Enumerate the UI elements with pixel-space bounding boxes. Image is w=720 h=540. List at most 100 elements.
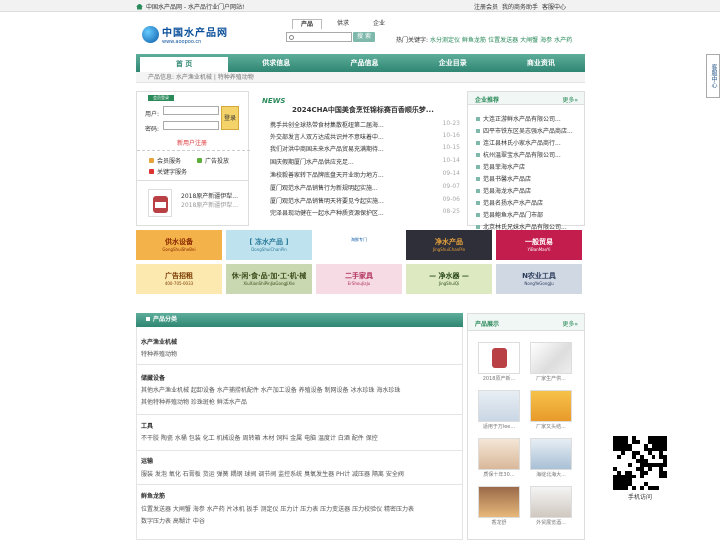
ad-label: N农业工具 bbox=[522, 272, 556, 280]
nav-home[interactable]: 首 页 bbox=[140, 57, 229, 72]
category-name[interactable]: 水产渔业机械 bbox=[141, 337, 177, 346]
ad-tile[interactable]: 一般贸易 YiBanMaoYi bbox=[496, 230, 582, 260]
showcase-item[interactable]: 海绽北海大... bbox=[530, 438, 572, 480]
category-links[interactable]: 其他特种养殖动物 珍珠斑枪 鲜活水产品 bbox=[141, 397, 247, 406]
company-item[interactable]: 大连正游鲜水产品有限公司... bbox=[476, 114, 561, 123]
news-item[interactable]: 携手共创全球热带食材集散枢纽第二届海... 10-23 bbox=[270, 120, 460, 129]
hot-keyword[interactable]: 水分测定仪 bbox=[430, 35, 460, 44]
category-links[interactable]: 不干胶 陶瓷 水桶 包装 化工 机械设备 周转箱 木材 饲料 金属 电脑 温度计… bbox=[141, 433, 378, 442]
ad-tile[interactable]: 广告招租 400-705-0033 bbox=[136, 264, 222, 294]
username-input[interactable] bbox=[163, 106, 219, 115]
showcase-item[interactable]: 适用于万lee... bbox=[478, 390, 520, 432]
featured-product[interactable]: 2018原产新疆伊犁... 2018原产新疆伊犁... bbox=[136, 181, 249, 226]
home-link[interactable]: 中国水产品网 - 水产品行业门户网站! bbox=[136, 2, 244, 11]
nav-supply[interactable]: 供求信息 bbox=[232, 54, 320, 72]
customer-service-tab[interactable]: 客服中心 bbox=[706, 54, 720, 98]
ad-sublabel: XiuXianShiPinJiaGongJiXie bbox=[243, 281, 295, 286]
showcase-item[interactable]: 厂家又头结... bbox=[530, 390, 572, 432]
ad-tile[interactable]: 二手家具 ErShouJiaJu bbox=[316, 264, 402, 294]
login-button[interactable]: 登录 bbox=[221, 106, 239, 130]
member-icon bbox=[149, 158, 154, 163]
company-item[interactable]: 连江县林氏小家水产品商行... bbox=[476, 138, 561, 147]
ad-service-link[interactable]: 广告投放 bbox=[197, 156, 229, 165]
company-recommend: 企业推荐 更多» 大连正游鲜水产品有限公司... 四平市铁东区吴志强水产品商店..… bbox=[467, 91, 585, 231]
hot-keyword[interactable]: 海参 bbox=[540, 35, 552, 44]
news-item[interactable]: 完泽县现动健在一起水产种质资源保护区... 08-25 bbox=[270, 208, 460, 217]
category-header: 产品分类 bbox=[136, 313, 463, 327]
hot-keyword[interactable]: 水产药 bbox=[554, 35, 572, 44]
company-item[interactable]: 四平市铁东区吴志强水产品商店... bbox=[476, 126, 573, 135]
tab-supply[interactable]: 供求 bbox=[328, 19, 358, 29]
qr-caption: 手机访问 bbox=[627, 494, 652, 501]
news-item[interactable]: 厦门观范水产品销售行为新规明起实施... 09-07 bbox=[270, 183, 460, 192]
showcase-item[interactable]: 2018原产新... bbox=[478, 342, 520, 384]
category-section: 工具 不干胶 陶瓷 水桶 包装 化工 机械设备 周转箱 木材 饲料 金属 电脑 … bbox=[136, 415, 463, 451]
search-input[interactable] bbox=[286, 32, 352, 42]
service-link[interactable]: 客服中心 bbox=[542, 2, 566, 11]
member-service-link[interactable]: 会员服务 bbox=[149, 156, 181, 165]
hot-keyword[interactable]: 鲜鱼龙筋 bbox=[462, 35, 486, 44]
company-item[interactable]: 范县海龙水产品店 bbox=[476, 186, 531, 195]
hot-keyword[interactable]: 位置发送器 bbox=[488, 35, 518, 44]
logo-url: www.aoopoo.cn bbox=[162, 39, 202, 45]
news-headline[interactable]: 2024CHA中国美食烹饪锦标赛百香顺乐梦... bbox=[292, 105, 434, 115]
news-badge: NEWS bbox=[262, 97, 286, 105]
home-icon bbox=[136, 3, 143, 10]
company-item[interactable]: 杭州温翠宝水产品有限公司... bbox=[476, 150, 561, 159]
password-input[interactable] bbox=[163, 121, 219, 130]
category-name[interactable]: 运输 bbox=[141, 456, 153, 465]
showcase-item[interactable]: 质保十年30... bbox=[478, 438, 520, 480]
showcase-item[interactable]: 外贸展览酒... bbox=[530, 486, 572, 528]
ad-tile[interactable]: 供水设备 GongShuiSheBei bbox=[136, 230, 222, 260]
tab-company[interactable]: 企业 bbox=[364, 19, 394, 29]
keyword-service-link[interactable]: 关键字服务 bbox=[149, 167, 187, 176]
login-tag: 会员登录 bbox=[148, 95, 174, 101]
ad-tile[interactable]: 净水产品 JingShuiChanPin bbox=[406, 230, 492, 260]
company-item[interactable]: 范县鲍鱼水产品门市部 bbox=[476, 210, 543, 219]
category-links[interactable]: 特种养殖动物 bbox=[141, 349, 177, 358]
news-item[interactable]: 国庆假期厦门水产品供应充足... 10-14 bbox=[270, 157, 460, 166]
category-links[interactable]: 数字压力表 高糊计 中谷 bbox=[141, 516, 205, 525]
category-links[interactable]: 位置发送器 大闸蟹 海参 水产药 片冰机 扳手 测定仪 压力计 压力表 压力变送… bbox=[141, 504, 414, 513]
tab-product[interactable]: 产品 bbox=[292, 19, 322, 29]
news-item[interactable]: 我们对洪中商国未来水产品贸易充满期待... 10-15 bbox=[270, 144, 460, 153]
user-label: 用户: bbox=[145, 111, 160, 118]
hot-keyword[interactable]: 大闸蟹 bbox=[520, 35, 538, 44]
news-item[interactable]: 厦门观范水产品销售明天将要见今起实施... 09-06 bbox=[270, 196, 460, 205]
ad-tile[interactable]: N农业工具 NongYeGongJu bbox=[496, 264, 582, 294]
nav-product[interactable]: 产品信息 bbox=[320, 54, 408, 72]
nav-company[interactable]: 企业目录 bbox=[409, 54, 497, 72]
company-item[interactable]: 范县名扬水产水产品店 bbox=[476, 198, 543, 207]
product-showcase: 产品展示 更多» 2018原产新... 厂家生产供... 适用于万lee... 厂… bbox=[467, 313, 585, 540]
product-subtitle: 2018原产新疆伊犁... bbox=[181, 202, 238, 209]
showcase-item[interactable]: 厂家生产供... bbox=[530, 342, 572, 384]
rec-more-link[interactable]: 更多» bbox=[562, 95, 578, 104]
ad-tile[interactable]: [ 冻水产品 ] DongShuiChanPin bbox=[226, 230, 312, 260]
register-link[interactable]: 新用户注册 bbox=[177, 138, 207, 147]
category-links[interactable]: 服装 发泡 氧化 石膏板 货运 弹簧 耦钢 球阀 调节阀 监控系统 臭氧发生器 … bbox=[141, 469, 404, 478]
logo-title: 中国水产品网 bbox=[162, 28, 228, 39]
category-name[interactable]: 储藏设备 bbox=[141, 373, 165, 382]
ad-sublabel: JingShuiQi bbox=[438, 281, 460, 286]
site-logo[interactable]: 中国水产品网 www.aoopoo.cn bbox=[142, 24, 228, 45]
news-item[interactable]: 渔校毅善家转下品牌底盘天开业助力地方... 09-14 bbox=[270, 170, 460, 179]
search-button[interactable]: 搜 索 bbox=[353, 32, 375, 42]
assistant-link[interactable]: 我的商务助手 bbox=[502, 2, 538, 11]
ad-tile[interactable]: 海鲜专门 bbox=[316, 230, 402, 260]
top-links: 注册会员 我的商务助手 客服中心 bbox=[474, 2, 566, 11]
ad-tile[interactable]: 休·闲·食·品·加·工·机·械 XiuXianShiPinJiaGongJiXie bbox=[226, 264, 312, 294]
register-link[interactable]: 注册会员 bbox=[474, 2, 498, 11]
company-item[interactable]: 范县书馨水产品店 bbox=[476, 174, 531, 183]
show-more-link[interactable]: 更多» bbox=[562, 319, 578, 328]
keyword-icon bbox=[149, 169, 154, 174]
showcase-item[interactable]: 香龙舒 bbox=[478, 486, 520, 528]
company-item[interactable]: 范县菲海水产店 bbox=[476, 162, 525, 171]
divider bbox=[137, 150, 250, 151]
category-name[interactable]: 鲜鱼龙筋 bbox=[141, 491, 165, 500]
nav-news[interactable]: 商业资讯 bbox=[497, 54, 585, 72]
category-links[interactable]: 其他水产渔业机械 起卸设备 水产捕捞机配件 水产加工设备 养殖设备 制网设备 冰… bbox=[141, 385, 400, 394]
hot-label: 热门关键字: bbox=[396, 37, 429, 44]
ad-tile[interactable]: — 净水器 — JingShuiQi bbox=[406, 264, 492, 294]
category-name[interactable]: 工具 bbox=[141, 421, 153, 430]
news-item[interactable]: 外交部发言人双方达成共识并不意味着中... 10-16 bbox=[270, 132, 460, 141]
